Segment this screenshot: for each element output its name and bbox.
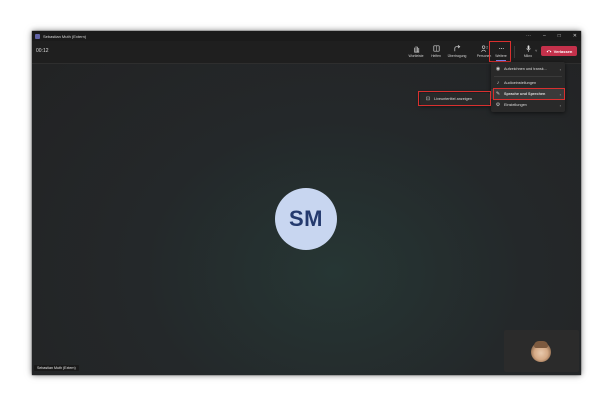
self-video-face: [531, 341, 551, 362]
participant-name-tag: Sebastian Muth (Extern): [34, 365, 79, 371]
minimize-button[interactable]: –: [543, 33, 546, 39]
record-icon: ◉: [495, 66, 501, 72]
share-label: Übertragung: [447, 54, 467, 58]
more-options-menu: ◉ Aufzeichnen und transk... › ♪ Audioein…: [491, 62, 565, 112]
teams-app-icon: [35, 33, 40, 39]
leave-button[interactable]: Verlassen: [541, 46, 577, 56]
chat-icon: [432, 45, 440, 52]
menu-item-record-transcribe[interactable]: ◉ Aufzeichnen und transk... ›: [491, 64, 565, 74]
menu-item-label: Audioeinstellungen: [504, 81, 537, 85]
language-item-highlight: [493, 88, 565, 100]
chat-label: Helfen: [431, 54, 441, 58]
leave-label: Verlassen: [553, 48, 573, 54]
more-button-highlight: [489, 41, 511, 62]
raise-hand-icon: [413, 46, 419, 53]
close-button[interactable]: ✕: [573, 33, 577, 39]
microphone-icon: [525, 45, 531, 52]
window-controls: ⋯ – □ ✕: [526, 31, 577, 41]
chat-button[interactable]: Helfen: [425, 43, 447, 61]
chevron-right-icon: ›: [559, 102, 561, 108]
window-title: Sebastian Muth (Extern): [43, 33, 87, 39]
share-icon: [453, 45, 460, 52]
people-icon: 2: [480, 45, 488, 52]
microphone-label: Mikro: [523, 54, 533, 58]
menu-divider: [494, 76, 562, 77]
menu-item-label: Einstellungen: [504, 103, 527, 107]
teams-meeting-window: Sebastian Muth (Extern) ⋯ – □ ✕ 00:12 Wo…: [32, 31, 581, 375]
share-button[interactable]: Übertragung: [446, 43, 468, 61]
title-bar: Sebastian Muth (Extern) ⋯ – □ ✕: [32, 31, 581, 41]
people-count-badge: 2: [486, 46, 488, 50]
participant-avatar: SM: [275, 188, 337, 250]
toolbar-separator: [514, 46, 515, 58]
menu-item-audio-settings[interactable]: ♪ Audioeinstellungen: [491, 78, 565, 88]
raise-hand-button[interactable]: Wortleiste: [405, 43, 427, 61]
self-video-preview[interactable]: [504, 330, 579, 372]
menu-item-settings[interactable]: ⚙ Einstellungen ›: [491, 100, 565, 110]
menu-item-label: Aufzeichnen und transk...: [504, 67, 547, 71]
meeting-timer: 00:12: [36, 48, 49, 54]
mic-options-chevron-icon[interactable]: ˅: [535, 48, 537, 53]
audio-settings-icon: ♪: [496, 80, 500, 86]
live-captions-highlight: [418, 91, 491, 106]
maximize-button[interactable]: □: [558, 33, 561, 39]
window-more-button[interactable]: ⋯: [526, 33, 531, 39]
raise-hand-label: Wortleiste: [408, 54, 424, 58]
settings-icon: ⚙: [495, 102, 501, 108]
hang-up-icon: [546, 50, 552, 53]
chevron-right-icon: ›: [559, 66, 561, 72]
